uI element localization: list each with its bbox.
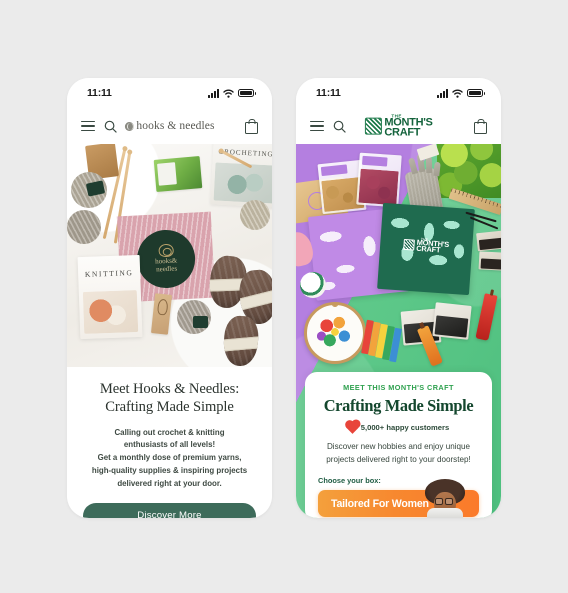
shopping-bag-icon[interactable] [245,118,258,134]
hero-copy-panel: Meet Hooks & Needles: Crafting Made Simp… [67,367,272,518]
hoop-clip-icon [331,305,339,307]
box-brand-craft: CRAFT [415,244,441,255]
body-line-3: Get a monthly dose of premium yarns, [97,453,242,463]
cellular-signal-icon [437,88,448,98]
hero-object-snack-pack [432,302,472,340]
status-icons [208,88,256,98]
hero-body-text: Discover new hobbies and enjoy unique pr… [318,441,479,466]
social-proof-text: 5,000+ happy customers [360,423,450,432]
shirt-shape [427,508,463,518]
phone-hooks-needles: 11:11 hooks & needles CROCHETING hooks& … [67,78,272,518]
body-line-4: high-quality supplies & inspiring projec… [91,465,248,475]
body-line-2: projects delivered right to your doorste… [326,454,471,464]
hero-object-rose-pouch [356,152,402,208]
hero-image-hooks-needles: CROCHETING hooks& needles KNITTING [67,144,272,367]
brand-word-craft: CRAFT [384,126,421,139]
hero-image-months-craft: THE MONTH'S CRAFT MEET THIS MONTH'S CRAF… [296,144,501,518]
hero-object-thread-spool [193,316,208,328]
brand-name: hooks & needles [136,120,215,132]
box-logo-badge: hooks& needles [135,228,197,290]
hero-object-paint-dish [300,272,326,298]
yarn-ball-icon [124,121,134,131]
social-proof: 5,000+ happy customers [318,421,479,434]
nav-left-group [81,120,117,133]
heart-icon [345,421,359,434]
page-title: Meet Hooks & Needles: Crafting Made Simp… [83,381,256,417]
hero-object-crochet-book: CROCHETING [210,144,272,208]
wifi-icon [223,89,234,98]
body-line-1: Calling out crochet & knitting [114,427,225,437]
status-bar: 11:11 [296,78,501,108]
hero-object-chocolate-card [478,251,501,271]
nav-right-group [474,118,487,134]
page-title-line1: Meet Hooks & Needles: [99,381,240,397]
search-icon[interactable] [104,120,117,133]
search-icon[interactable] [333,120,346,133]
body-line-1: Discover new hobbies and enjoy unique [326,442,471,451]
battery-icon [467,89,485,97]
nav-bar: THE MONTH'S CRAFT [296,108,501,144]
battery-icon [238,89,256,97]
hero-object-yarn-ball [67,210,101,244]
hero-object-chocolate-card [476,230,501,252]
hero-object-months-craft-box: THE MONTH'S CRAFT [377,202,475,296]
hamburger-icon[interactable] [81,121,95,131]
nav-bar: hooks & needles [67,108,272,144]
phone-mockup-stage: 11:11 hooks & needles CROCHETING hooks& … [0,0,568,593]
hero-object-embroidery-hoop [304,302,366,364]
brand-logo-hooks-needles[interactable]: hooks & needles [124,120,214,132]
hero-body-text: Calling out crochet & knitting enthusias… [83,427,256,491]
hero-object-plant [437,144,501,198]
box-logo-badge: THE MONTH'S CRAFT [403,236,449,255]
body-line-2: enthusiasts of all levels! [123,440,216,450]
hero-object-green-packet [153,156,203,192]
glasses-icon [434,498,456,505]
hatched-square-logo-icon [403,238,415,251]
hatched-square-logo-icon [364,117,382,135]
cta-container: Tailored For Women → [318,479,479,518]
nav-left-group [310,120,346,133]
status-time: 11:11 [87,87,112,99]
hero-copy-card: MEET THIS MONTH'S CRAFT Crafting Made Si… [305,372,492,518]
eyebrow-label: MEET THIS MONTH'S CRAFT [343,383,454,392]
brand-logo-months-craft[interactable]: THE MONTH'S CRAFT [364,114,433,139]
hamburger-icon[interactable] [310,121,324,131]
page-title-line2: Crafting Made Simple [105,398,234,415]
nav-right-group [245,118,258,134]
body-line-5: delivered right at your door. [117,478,222,488]
status-icons [437,88,485,98]
phone-months-craft: 11:11 THE MONTH'S CRAFT THE MONTH'S CRAF… [296,78,501,518]
status-bar: 11:11 [67,78,272,108]
shopping-bag-icon[interactable] [474,118,487,134]
cta-label: Tailored For Women [331,497,429,510]
page-title: Crafting Made Simple [323,396,474,415]
status-time: 11:11 [316,87,341,99]
snail-logo-icon [157,243,174,258]
hero-object-wool-skein [222,314,260,367]
discover-more-button[interactable]: Discover More [83,502,256,518]
brand-wordmark: THE MONTH'S CRAFT [384,114,432,139]
cellular-signal-icon [208,88,219,98]
wifi-icon [452,89,463,98]
customer-photo [425,479,465,518]
hero-object-knitting-magazine: KNITTING [77,254,143,340]
hero-object-yarn-ball [240,200,270,230]
